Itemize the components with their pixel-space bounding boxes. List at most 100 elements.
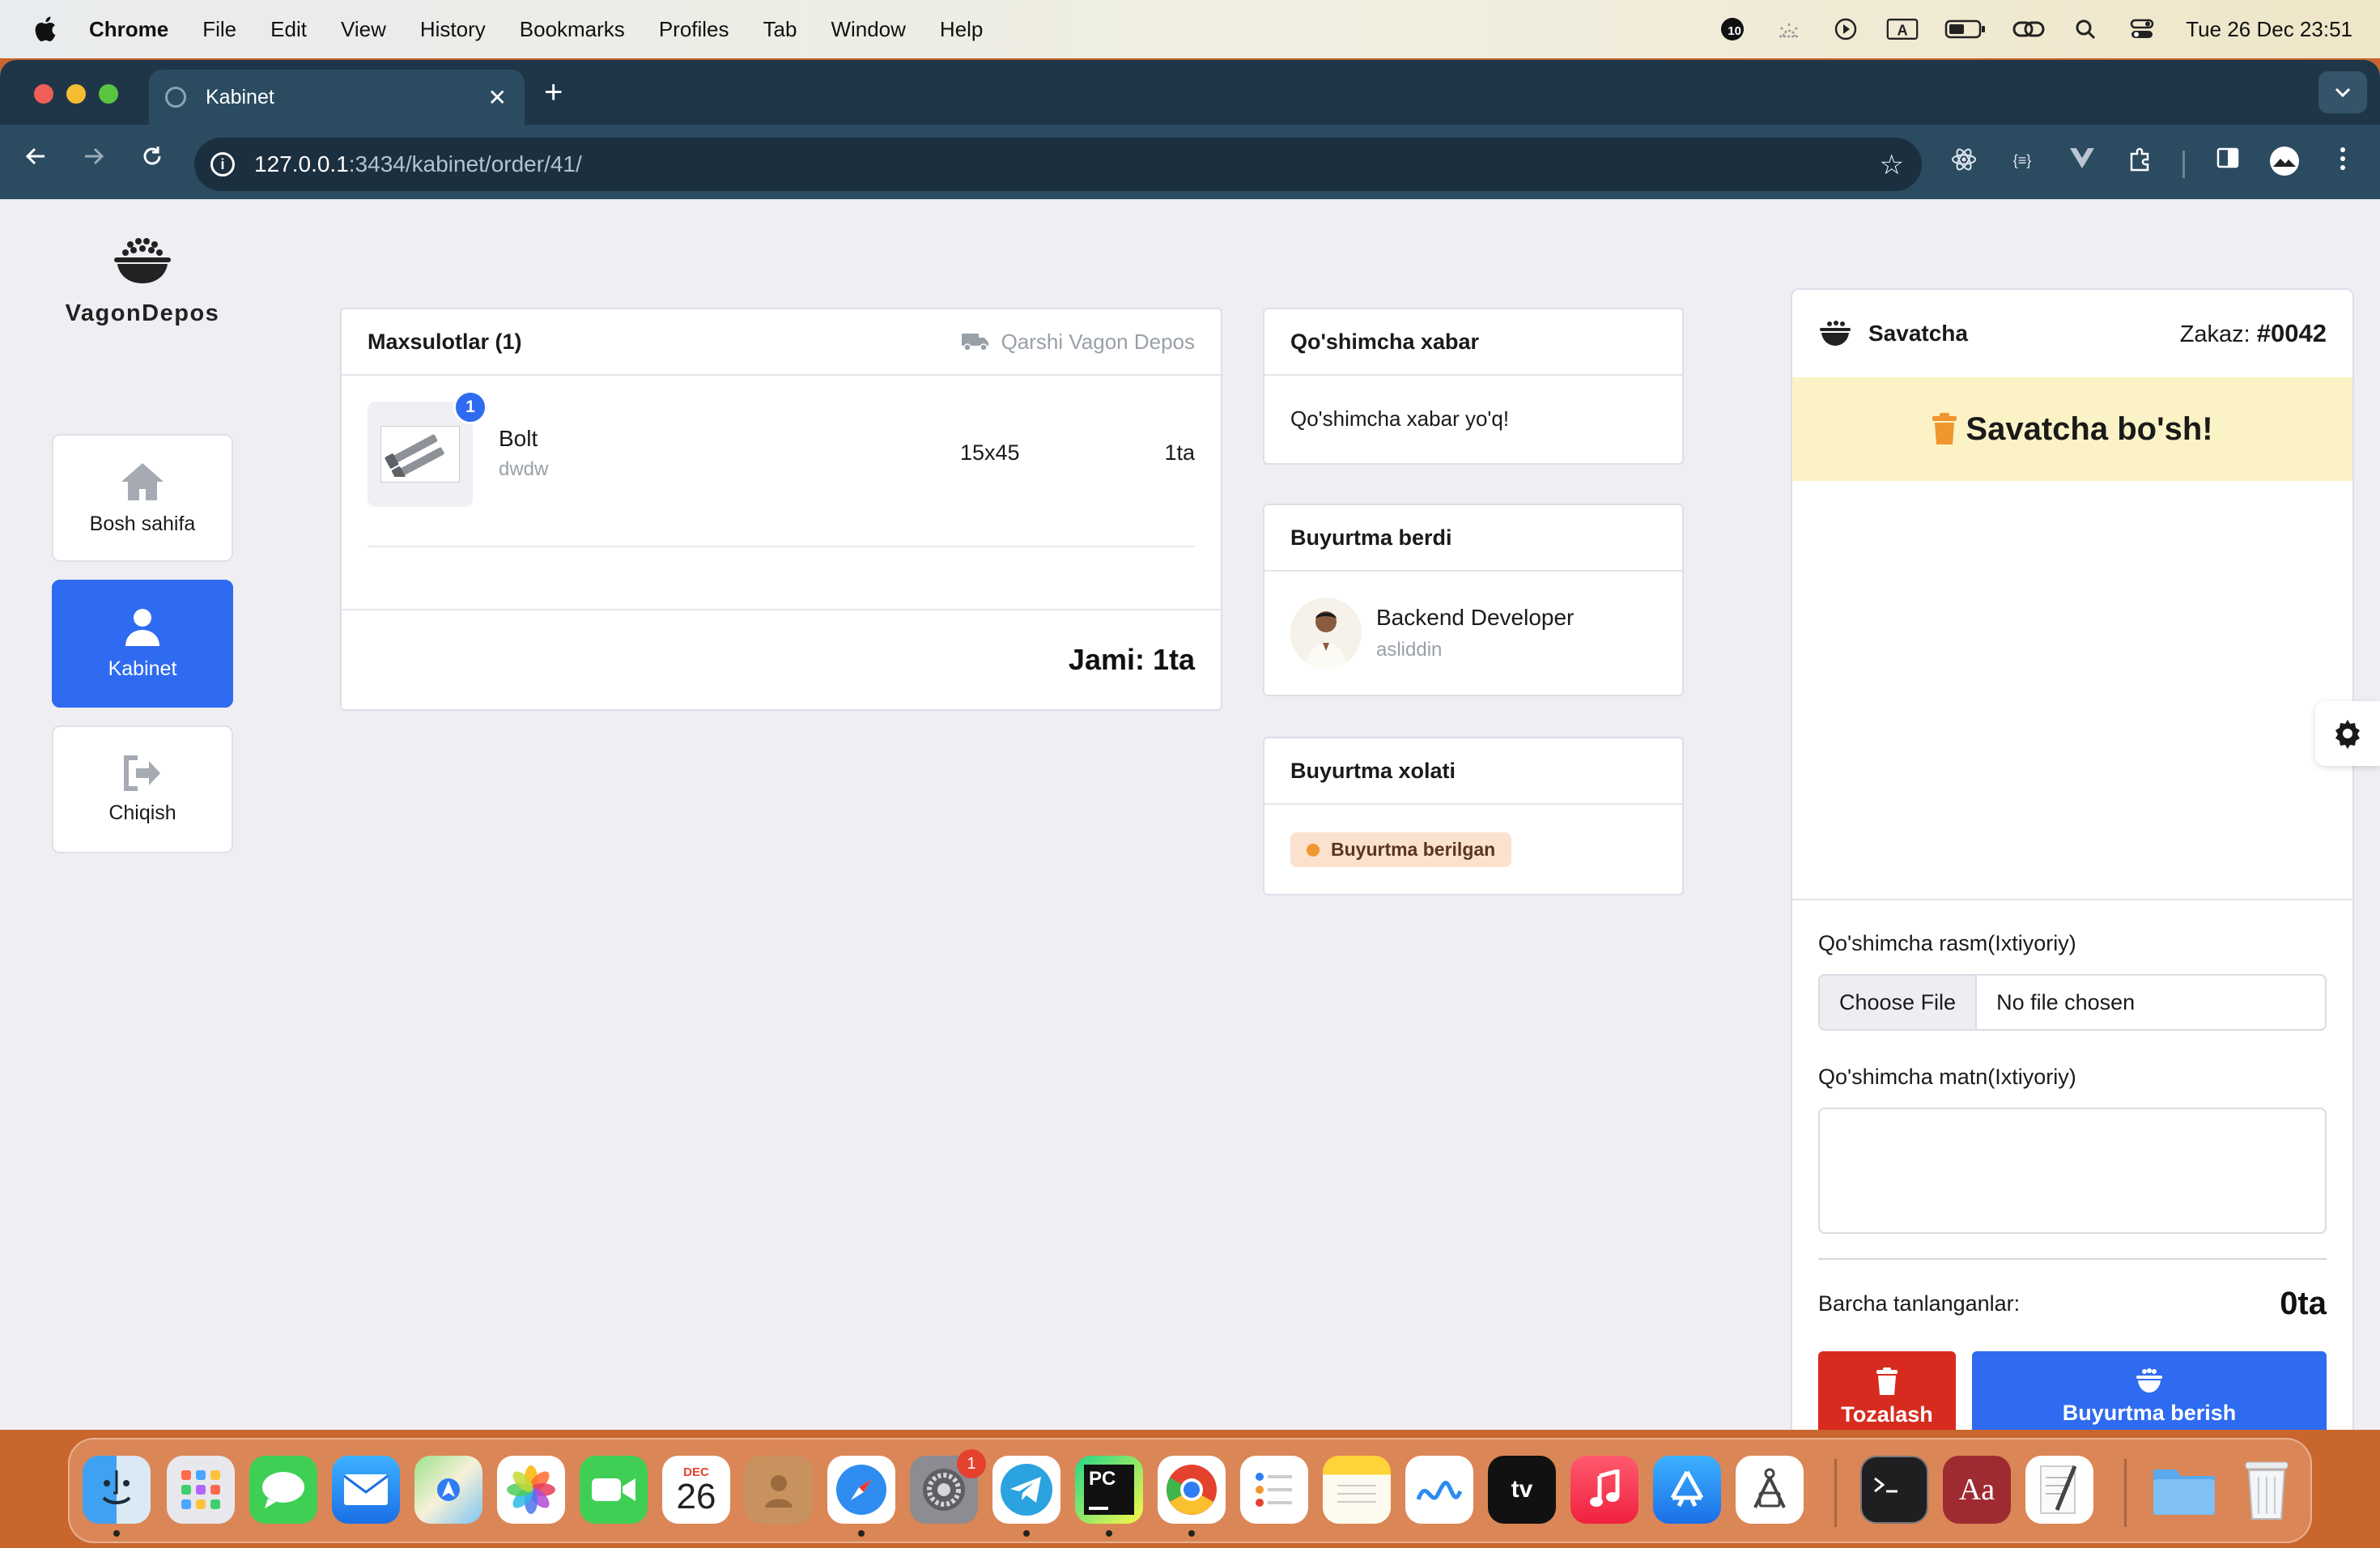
svg-text:A: A bbox=[1898, 22, 1908, 38]
menu-history[interactable]: History bbox=[420, 17, 486, 42]
apple-tv-icon[interactable]: tv bbox=[1488, 1456, 1556, 1524]
extra-text-textarea[interactable] bbox=[1818, 1108, 2327, 1234]
pycharm-icon[interactable]: PC bbox=[1075, 1456, 1143, 1524]
tab-search-button[interactable] bbox=[2318, 71, 2367, 113]
clear-button[interactable]: Tozalash bbox=[1818, 1351, 1956, 1430]
telegram-icon[interactable] bbox=[992, 1456, 1060, 1524]
depot-label: Qarshi Vagon Depos bbox=[961, 330, 1195, 355]
extensions-puzzle-icon[interactable] bbox=[2123, 146, 2158, 180]
order-number-value: #0042 bbox=[2256, 319, 2327, 347]
menu-bookmarks[interactable]: Bookmarks bbox=[520, 17, 625, 42]
messages-icon[interactable] bbox=[249, 1456, 317, 1524]
browser-window: Kabinet ✕ + i 127.0.0.1:3434/kabinet/ord… bbox=[0, 60, 2380, 1430]
launchpad-icon[interactable] bbox=[167, 1456, 235, 1524]
list-item[interactable]: 1 Bolt dwdw 15x45 1ta bbox=[368, 376, 1195, 547]
apple-logo-icon[interactable] bbox=[32, 15, 57, 43]
chrome-running-dot bbox=[1188, 1530, 1195, 1537]
bookmark-star-icon[interactable]: ☆ bbox=[1880, 149, 1904, 181]
page-content: VagonDepos Bosh sahifa Kabinet Chiqish M… bbox=[0, 199, 2380, 1430]
zoom-window-button[interactable] bbox=[99, 84, 118, 104]
side-panel-icon[interactable] bbox=[2210, 146, 2246, 176]
menu-file[interactable]: File bbox=[202, 17, 236, 42]
gear-icon bbox=[2335, 720, 2360, 749]
clear-button-label: Tozalash bbox=[1841, 1401, 1933, 1427]
menu-view[interactable]: View bbox=[341, 17, 386, 42]
menu-clock[interactable]: Tue 26 Dec 23:51 bbox=[2186, 17, 2352, 42]
back-button[interactable] bbox=[18, 144, 53, 176]
screenshot-utility-icon[interactable] bbox=[1736, 1456, 1804, 1524]
notes-icon[interactable] bbox=[1323, 1456, 1391, 1524]
menu-edit[interactable]: Edit bbox=[270, 17, 307, 42]
url-text[interactable]: 127.0.0.1:3434/kabinet/order/41/ bbox=[254, 151, 582, 177]
sidebar-item-chiqish[interactable]: Chiqish bbox=[52, 725, 233, 853]
contacts-icon[interactable] bbox=[745, 1456, 813, 1524]
reminders-icon[interactable] bbox=[1240, 1456, 1308, 1524]
extra-message-title: Qo'shimcha xabar bbox=[1264, 309, 1682, 376]
sidebar-item-label: Kabinet bbox=[108, 657, 177, 680]
forward-button[interactable] bbox=[76, 144, 112, 176]
sidebar-item-label: Bosh sahifa bbox=[89, 512, 196, 535]
chrome-icon[interactable] bbox=[1158, 1456, 1226, 1524]
tab-kabinet[interactable]: Kabinet ✕ bbox=[149, 70, 525, 125]
textedit-icon[interactable] bbox=[2025, 1456, 2093, 1524]
react-devtools-icon[interactable] bbox=[1946, 146, 1982, 180]
menu-tab[interactable]: Tab bbox=[763, 17, 797, 42]
menu-app-name[interactable]: Chrome bbox=[89, 17, 168, 42]
sidebar-item-kabinet[interactable]: Kabinet bbox=[52, 580, 233, 708]
battery-icon[interactable] bbox=[1943, 15, 1988, 43]
site-info-icon[interactable]: i bbox=[210, 152, 235, 176]
safari-icon[interactable] bbox=[827, 1456, 895, 1524]
freeform-icon[interactable] bbox=[1405, 1456, 1473, 1524]
divider bbox=[1818, 1258, 2327, 1260]
quantity-badge: 1 bbox=[453, 390, 487, 424]
brand-logo[interactable]: VagonDepos bbox=[52, 236, 233, 327]
facetime-icon[interactable] bbox=[580, 1456, 648, 1524]
maps-icon[interactable] bbox=[414, 1456, 482, 1524]
settings-button[interactable] bbox=[2315, 701, 2380, 766]
choose-file-button[interactable]: Choose File bbox=[1820, 976, 1978, 1029]
brand-name: VagonDepos bbox=[65, 300, 220, 326]
file-input[interactable]: Choose File No file chosen bbox=[1818, 974, 2327, 1031]
place-order-button[interactable]: Buyurtma berish bbox=[1972, 1351, 2327, 1430]
menu-window[interactable]: Window bbox=[831, 17, 905, 42]
menu-help[interactable]: Help bbox=[940, 17, 983, 42]
menu-profiles[interactable]: Profiles bbox=[659, 17, 729, 42]
mail-icon[interactable] bbox=[332, 1456, 400, 1524]
music-icon[interactable] bbox=[1570, 1456, 1638, 1524]
link-icon[interactable] bbox=[2012, 15, 2045, 43]
calendar-icon[interactable]: DEC 26 bbox=[662, 1456, 730, 1524]
product-quantity: 1ta bbox=[1164, 440, 1195, 465]
json-viewer-icon[interactable]: {≡} bbox=[2004, 152, 2040, 169]
trash-bin-icon[interactable] bbox=[2233, 1456, 2301, 1524]
total-row: Barcha tanlanganlar: 0ta bbox=[1818, 1286, 2327, 1322]
input-source-icon[interactable]: A bbox=[1886, 15, 1919, 43]
new-tab-button[interactable]: + bbox=[544, 74, 563, 111]
notification-counter-icon[interactable]: 10 bbox=[1716, 15, 1749, 43]
play-icon[interactable] bbox=[1830, 15, 1862, 43]
reload-button[interactable] bbox=[134, 144, 170, 176]
spotlight-search-icon[interactable] bbox=[2069, 15, 2102, 43]
dock-divider bbox=[2124, 1459, 2127, 1527]
depot-name: Qarshi Vagon Depos bbox=[1001, 329, 1195, 354]
arrow-left-icon bbox=[25, 147, 45, 165]
control-center-icon[interactable] bbox=[2126, 15, 2158, 43]
vue-devtools-icon[interactable] bbox=[2064, 146, 2100, 176]
kebab-menu-icon[interactable] bbox=[2325, 146, 2361, 178]
url-host: 127.0.0.1 bbox=[254, 151, 349, 176]
minimize-window-button[interactable] bbox=[66, 84, 86, 104]
photos-icon[interactable] bbox=[497, 1456, 565, 1524]
downloads-folder-icon[interactable] bbox=[2150, 1456, 2218, 1524]
close-window-button[interactable] bbox=[34, 84, 53, 104]
total-label: Barcha tanlanganlar: bbox=[1818, 1291, 2021, 1316]
sun-icon[interactable] bbox=[1773, 15, 1805, 43]
close-tab-icon[interactable]: ✕ bbox=[488, 84, 507, 111]
terminal-icon[interactable] bbox=[1860, 1456, 1928, 1524]
profile-avatar-icon[interactable] bbox=[2267, 146, 2302, 183]
app-store-icon[interactable] bbox=[1653, 1456, 1721, 1524]
cart-food-icon bbox=[1820, 321, 1851, 346]
dictionary-icon[interactable]: Aa bbox=[1943, 1456, 2011, 1524]
cart-items-area bbox=[1792, 481, 2352, 900]
sidebar-item-bosh-sahifa[interactable]: Bosh sahifa bbox=[52, 434, 233, 562]
address-bar[interactable]: i 127.0.0.1:3434/kabinet/order/41/ ☆ bbox=[194, 138, 1922, 191]
finder-icon[interactable] bbox=[83, 1456, 151, 1524]
